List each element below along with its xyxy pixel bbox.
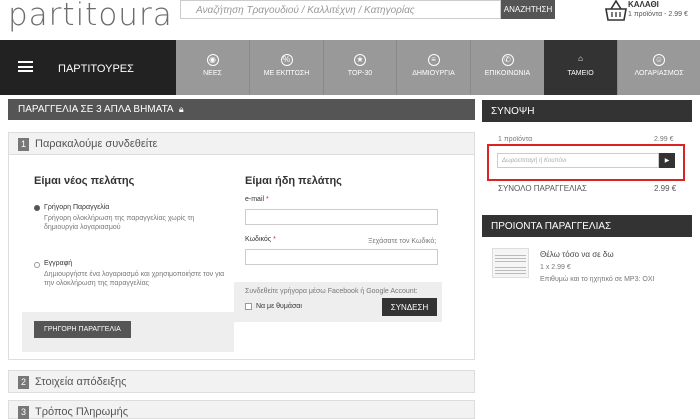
nav-item-checkout[interactable]: ⌂ ΤΑΜΕΙΟ [544, 40, 617, 95]
order-total-label: ΣΥΝΟΛΟ ΠΑΡΑΓΓΕΛΙΑΣ [498, 184, 587, 193]
step-number: 2 [18, 376, 29, 389]
basket-icon: ⌂ [578, 54, 583, 63]
register-label[interactable]: Εγγραφή [44, 260, 72, 267]
nav-item-label: ΕΠΙΚΟΙΝΩΝΙΑ [484, 70, 531, 77]
product-name[interactable]: Θέλω τόσο να σε δω [540, 250, 614, 259]
items-count: 1 προϊόντα [498, 136, 533, 143]
user-icon: ☺ [653, 54, 665, 66]
existing-customer-title: Είμαι ήδη πελάτης [245, 175, 342, 187]
nav-item-account[interactable]: ☺ ΛΟΓΑΡΙΑΣΜΟΣ [617, 40, 700, 95]
nav-item-label: TOP-30 [347, 70, 373, 77]
step-login[interactable]: 1 Παρακαλούμε συνδεθείτε [8, 132, 475, 155]
items-total: 2.99 € [654, 136, 674, 143]
shopping-basket-icon[interactable] [603, 0, 629, 22]
sheet-music-thumbnail[interactable] [492, 248, 529, 278]
nav-item-label: ΛΟΓΑΡΙΑΣΜΟΣ [634, 70, 684, 77]
nav-item-label: ΜΕ ΕΚΠΤΩΣΗ [263, 70, 310, 77]
order-products-header: ΠΡΟΙΟΝΤΑ ΠΑΡΑΓΓΕΛΙΑΣ [482, 215, 692, 237]
step-payment[interactable]: 3 Τρόπος Πληρωμής [8, 400, 475, 419]
nav-item-label: ΝΕΕΣ [203, 70, 222, 77]
cart-title[interactable]: ΚΑΛΑΘΙ [628, 0, 659, 9]
percent-icon: % [280, 54, 293, 66]
step-number: 1 [18, 138, 29, 151]
password-label: Κωδικός * [245, 236, 276, 243]
checkout-header: ΠΑΡΑΓΓΕΛΙΑ ΣΕ 3 ΑΠΛΑ ΒΗΜΑΤΑ 🔒︎ [8, 99, 475, 120]
list-icon: ≡ [427, 54, 440, 66]
compass-icon: ◉ [206, 54, 219, 66]
quick-order-desc: Γρήγορη ολοκλήρωση της παραγγελίας χωρίς… [44, 215, 195, 231]
password-label-text: Κωδικός [245, 236, 272, 243]
search-input[interactable]: Αναζήτηση Τραγουδιού / Καλλιτέχνη / Κατη… [180, 0, 501, 19]
lock-icon: 🔒︎ [178, 104, 184, 114]
quick-order-button[interactable]: ΓΡΗΓΟΡΗ ΠΑΡΑΓΓΕΛΙΑ [34, 321, 131, 338]
nav-item-label: ΤΑΜΕΙΟ [567, 70, 594, 77]
order-total-value: 2.99 € [654, 184, 677, 193]
radio-quick-order[interactable] [34, 205, 40, 211]
required-mark: * [266, 196, 269, 203]
email-label-text: e-mail [245, 196, 265, 203]
required-mark: * [273, 236, 276, 243]
step-invoice[interactable]: 2 Στοιχεία απόδειξης [8, 370, 475, 393]
coupon-apply-button[interactable]: ▶ [659, 153, 675, 168]
remember-me-label[interactable]: Να με θυμάσαι [256, 303, 302, 310]
coupon-input[interactable]: Δωροεπιταγή ή Κουπόνι [497, 153, 659, 168]
radio-register[interactable] [34, 262, 40, 268]
cart-summary: 1 προϊόντα - 2.99 € [628, 11, 688, 18]
new-customer-title: Είμαι νέος πελάτης [34, 175, 135, 187]
nav-main-label[interactable]: ΠΑΡΤΙΤΟΥΡΕΣ [58, 63, 134, 75]
forgot-password-link[interactable]: Ξεχάσατε τον Κωδικό; [368, 238, 436, 245]
register-desc: Δημιουργήστε ένα λογαριασμό και χρησιμοπ… [44, 271, 225, 287]
step-number: 3 [18, 406, 29, 419]
quick-order-container: ΓΡΗΓΟΡΗ ΠΑΡΑΓΓΕΛΙΑ [22, 312, 234, 352]
star-icon: ★ [354, 54, 366, 66]
remember-me-checkbox[interactable] [245, 303, 252, 310]
nav-item-label: ΔΗΜΙΟΥΡΓΙΑ [412, 70, 455, 77]
nav-item-create[interactable]: ≡ ΔΗΜΙΟΥΡΓΙΑ [396, 40, 470, 95]
checkout-title: ΠΑΡΑΓΓΕΛΙΑ ΣΕ 3 ΑΠΛΑ ΒΗΜΑΤΑ [18, 104, 174, 115]
email-field[interactable] [245, 209, 438, 225]
quick-order-label[interactable]: Γρήγορη Παραγγελία [44, 204, 109, 211]
step-label: Παρακαλούμε συνδεθείτε [35, 138, 158, 150]
nav-item-discount[interactable]: % ΜΕ ΕΚΠΤΩΣΗ [249, 40, 323, 95]
step-label: Στοιχεία απόδειξης [35, 376, 127, 388]
nav-item-new[interactable]: ◉ ΝΕΕΣ [176, 40, 249, 95]
summary-header: ΣΥΝΟΨΗ [482, 100, 692, 122]
hamburger-icon[interactable] [18, 61, 33, 72]
step-label: Τρόπος Πληρωμής [35, 406, 129, 418]
site-logo[interactable]: partitoura [8, 0, 173, 31]
password-field[interactable] [245, 249, 438, 265]
product-desc: Επιθυμώ και το ηχητικό σε MP3: ΟΧΙ [540, 276, 655, 283]
nav-item-contact[interactable]: ✆ ΕΠΙΚΟΙΝΩΝΙΑ [470, 40, 544, 95]
product-qty-price: 1 x 2.99 € [540, 264, 571, 271]
social-login-text: Συνδεθείτε γρήγορα μέσω Facebook ή Googl… [245, 288, 418, 295]
nav-item-top30[interactable]: ★ TOP-30 [323, 40, 396, 95]
search-button[interactable]: ΑΝΑΖΗΤΗΣΗ [501, 0, 555, 19]
email-label: e-mail * [245, 196, 269, 203]
phone-icon: ✆ [501, 54, 514, 66]
login-button[interactable]: ΣΥΝΔΕΣΗ [382, 298, 437, 316]
